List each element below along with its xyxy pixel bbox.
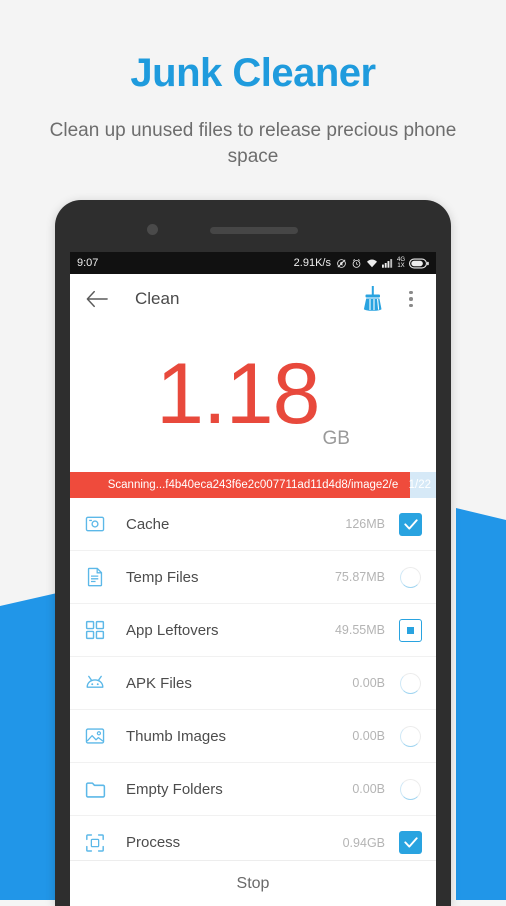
status-bar-icons: 2.91K/s 4G 1X: [294, 257, 429, 269]
battery-icon: [409, 258, 429, 269]
list-item-size: 0.00B: [352, 676, 385, 690]
list-item[interactable]: APK Files 0.00B: [70, 657, 436, 710]
checkbox-checked[interactable]: [399, 831, 422, 854]
list-item-size: 49.55MB: [334, 623, 385, 637]
temp-files-icon: [84, 566, 106, 588]
status-bar: 9:07 2.91K/s 4G 1X: [70, 252, 436, 274]
list-item-control[interactable]: [399, 512, 422, 536]
list-item[interactable]: Temp Files 75.87MB: [70, 551, 436, 604]
list-item[interactable]: Empty Folders 0.00B: [70, 763, 436, 816]
mute-icon: [336, 258, 347, 269]
list-item-control[interactable]: [399, 618, 422, 642]
phone-bezel-top: [55, 200, 451, 252]
overflow-menu-icon[interactable]: [400, 286, 422, 312]
list-item-label: Cache: [126, 515, 170, 533]
junk-category-list: Cache 126MB Temp Files 75.87MB App Leftovers…: [70, 498, 436, 869]
menu-dot: [409, 297, 413, 301]
page-subtitle: Clean up unused files to release preciou…: [49, 120, 457, 168]
app-leftovers-icon: [84, 619, 106, 641]
app-bar-title: Clean: [135, 289, 180, 308]
promo-header: Junk Cleaner Clean up unused files to re…: [0, 0, 506, 170]
list-item-label: Temp Files: [126, 568, 199, 586]
broom-icon[interactable]: [360, 285, 386, 313]
empty-folders-icon: [84, 778, 106, 800]
list-item-size: 75.87MB: [334, 570, 385, 584]
wifi-icon: [366, 258, 378, 269]
page-title: Junk Cleaner: [130, 51, 376, 95]
signal-bars-icon: [381, 258, 393, 268]
stop-button-label: Stop: [236, 874, 270, 892]
list-item-label: App Leftovers: [126, 621, 219, 639]
stop-button[interactable]: Stop: [70, 860, 436, 906]
list-item-control[interactable]: [399, 725, 422, 748]
scan-progress-bar: Scanning...f4b40eca243f6e2c007711ad11d4d…: [70, 472, 436, 498]
list-item-control[interactable]: [399, 831, 422, 854]
network-type-bottom: 1X: [397, 263, 405, 269]
process-icon: [84, 832, 106, 854]
alarm-icon: [351, 258, 362, 269]
list-item[interactable]: App Leftovers 49.55MB: [70, 604, 436, 657]
junk-size-display: 1.18 GB: [70, 324, 436, 472]
list-item[interactable]: Thumb Images 0.00B: [70, 710, 436, 763]
list-item[interactable]: Cache 126MB: [70, 498, 436, 551]
thumb-images-icon: [84, 725, 106, 747]
list-item-label: Empty Folders: [126, 780, 223, 798]
cache-icon: [84, 513, 106, 535]
checkbox-partial-mark: [407, 626, 414, 634]
apk-files-icon: [84, 672, 106, 694]
app-bar: Clean: [70, 274, 436, 324]
list-item-label: Thumb Images: [126, 727, 227, 745]
network-speed-label: 2.91K/s: [293, 257, 331, 269]
list-item-size: 0.94GB: [342, 835, 385, 850]
loading-spinner-icon: [400, 778, 421, 800]
list-item-control[interactable]: [399, 778, 422, 801]
loading-spinner-icon: [400, 672, 421, 694]
checkbox-checked[interactable]: [399, 512, 422, 536]
list-item-control[interactable]: [399, 672, 422, 695]
phone-screen: 9:07 2.91K/s 4G 1X Clean 1.18 GB Scannin…: [70, 252, 436, 906]
back-arrow-icon[interactable]: [84, 286, 110, 312]
menu-dot: [409, 290, 413, 295]
phone-mockup: 9:07 2.91K/s 4G 1X Clean 1.18 GB Scannin…: [55, 200, 451, 906]
checkbox-indeterminate[interactable]: [399, 618, 422, 642]
menu-dot: [409, 303, 413, 308]
junk-size-value: 1.18: [156, 346, 320, 442]
loading-spinner-icon: [400, 725, 421, 747]
status-bar-clock: 9:07: [77, 257, 99, 269]
list-item-label: Process: [126, 834, 181, 851]
scan-count-label: 1/22: [408, 479, 431, 491]
scan-status-text: Scanning...f4b40eca243f6e2c007711ad11d4d…: [107, 479, 399, 491]
list-item-size: 0.00B: [352, 782, 385, 796]
network-type-icon: 4G 1X: [397, 257, 405, 269]
front-camera-icon: [147, 224, 158, 235]
list-item-size: 0.00B: [352, 729, 385, 743]
loading-spinner-icon: [400, 566, 421, 588]
list-item-label: APK Files: [126, 674, 192, 692]
list-item-control[interactable]: [399, 566, 422, 589]
list-item-size: 126MB: [345, 517, 385, 531]
earpiece-speaker: [210, 227, 298, 234]
junk-size-unit: GB: [322, 428, 350, 449]
